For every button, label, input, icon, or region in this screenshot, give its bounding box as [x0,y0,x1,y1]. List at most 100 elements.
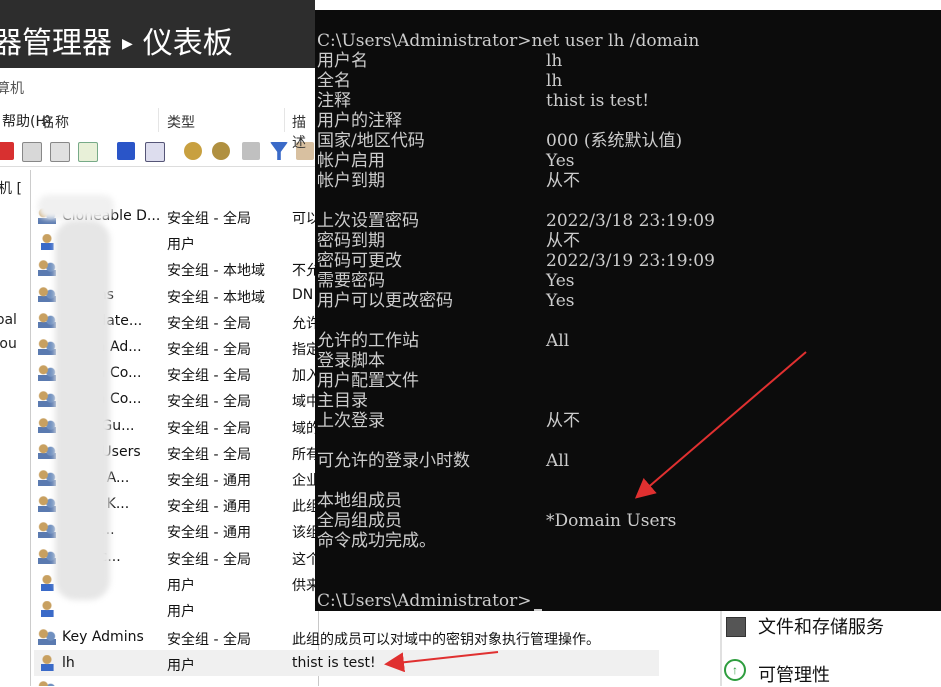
table-row[interactable] [34,676,659,686]
redaction-blur [38,195,114,219]
group-icon [38,681,56,686]
column-separator[interactable] [158,108,159,132]
tree-item-root[interactable]: 算机 [ [0,178,22,198]
row-type: 安全组 - 本地域 [167,263,265,280]
user-icon [38,601,56,617]
user-icon [38,655,56,671]
redaction-blur [55,220,110,600]
properties-icon[interactable] [22,142,42,162]
group-icon [38,629,56,645]
app-title: 器管理器 [0,26,112,61]
console-label: 上次设置密码 [317,211,419,231]
console-value: 000 (系统默认值) [546,131,683,151]
console-label: 全名 [317,71,351,91]
group-icon [38,443,56,460]
table-row[interactable]: Key Admins 安全组 - 全局 此组的成员可以对域中的密钥对象执行管理操… [34,624,659,650]
row-type: 安全组 - 全局 [167,551,251,568]
row-type: 安全组 - 通用 [167,499,251,516]
row-type: 用户 [167,577,195,594]
group-icon [38,339,56,355]
console-label: 上次登录 [317,411,385,431]
console-value: 从不 [546,231,580,251]
console-value: Yes [546,151,575,171]
group-icon [38,522,56,539]
console-value: lh [546,51,563,71]
console-value: lh [546,71,563,91]
console-label: 用户名 [317,51,368,71]
console-label: 国家/地区代码 [317,131,425,151]
column-name[interactable]: 名称 [41,112,69,132]
group-icon [38,496,56,513]
new-group-icon[interactable] [212,142,230,160]
filter-icon[interactable] [270,142,288,160]
storage-icon [726,617,746,637]
row-desc: thist is test! [292,655,376,671]
user-icon [38,234,56,251]
table-row-selected[interactable]: lh 用户 thist is test! [34,650,659,676]
console-value: 从不 [546,411,580,431]
window-crumb: 算机 [0,81,24,97]
console-label: 用户的注释 [317,111,402,131]
console-label: 密码可更改 [317,251,402,271]
new-ou-icon[interactable] [242,142,260,160]
row-type: 安全组 - 全局 [167,446,251,463]
row-type: 安全组 - 全局 [167,394,251,411]
console-top-edge [315,0,941,10]
console-label: 全局组成员 [317,511,402,531]
row-type: 用户 [167,658,195,674]
group-icon [38,417,56,434]
new-user-icon[interactable] [184,142,202,160]
delete-icon[interactable] [0,142,14,160]
row-name: lh [62,655,75,671]
breadcrumb-arrow-icon: ▶ [122,36,133,52]
group-icon [38,391,56,408]
console-value: All [546,451,570,471]
row-type: 用户 [167,237,195,254]
group-icon [38,548,56,565]
breadcrumb-dashboard[interactable]: 仪表板 [143,26,233,61]
tree-item-accounts[interactable]: ccou [0,336,17,352]
server-manager-header: 器管理器 ▶ 仪表板 [0,0,318,68]
row-type: 用户 [167,604,195,620]
console-label: 帐户启用 [317,151,385,171]
group-icon [38,260,56,277]
up-arrow-icon: ↑ [724,659,746,681]
row-type: 安全组 - 通用 [167,473,251,489]
column-type[interactable]: 类型 [167,112,195,132]
console-label: 用户可以更改密码 [317,291,453,311]
console-final-prompt: C:\Users\Administrator> [317,591,542,611]
file-storage-services[interactable]: 文件和存储服务 [758,613,884,639]
console-label: 需要密码 [317,271,385,291]
console-label: 帐户到期 [317,171,385,191]
console-label: 密码到期 [317,231,385,251]
server-roles-panel: 文件和存储服务 ↑ 可管理性 [720,611,941,686]
console-icon[interactable] [145,142,165,162]
console-command: C:\Users\Administrator>net user lh /doma… [317,31,700,51]
console-label: 主目录 [317,391,368,411]
text-cursor [533,609,542,611]
console-label: 注释 [317,91,351,111]
console-label: 用户配置文件 [317,371,419,391]
help-icon[interactable] [117,142,135,160]
console-value: *Domain Users [546,511,677,531]
list-header: 名称 类型 描述 [34,104,318,151]
column-separator[interactable] [284,108,285,132]
console-label: 本地组成员 [317,491,402,511]
user-icon [38,574,56,591]
cmd-console[interactable]: C:\Users\Administrator>net user lh /doma… [315,10,941,611]
console-label: 允许的工作站 [317,331,419,351]
row-type: 安全组 - 全局 [167,632,251,648]
toolbar [0,138,318,167]
group-icon [38,312,56,329]
row-type: 安全组 - 全局 [167,420,251,437]
manageability[interactable]: 可管理性 [758,661,830,687]
refresh-icon[interactable] [50,142,70,162]
console-value: Yes [546,291,575,311]
row-desc: 此组的成员可以对域中的密钥对象执行管理操作。 [292,632,600,648]
row-name: Key Admins [62,629,144,645]
export-icon[interactable] [78,142,98,162]
tree-item-principals[interactable]: cipal [0,312,17,328]
tree-pane: 算机 [ cipal ccou [0,170,31,686]
row-type: 安全组 - 全局 [167,211,251,227]
console-value: Yes [546,271,575,291]
